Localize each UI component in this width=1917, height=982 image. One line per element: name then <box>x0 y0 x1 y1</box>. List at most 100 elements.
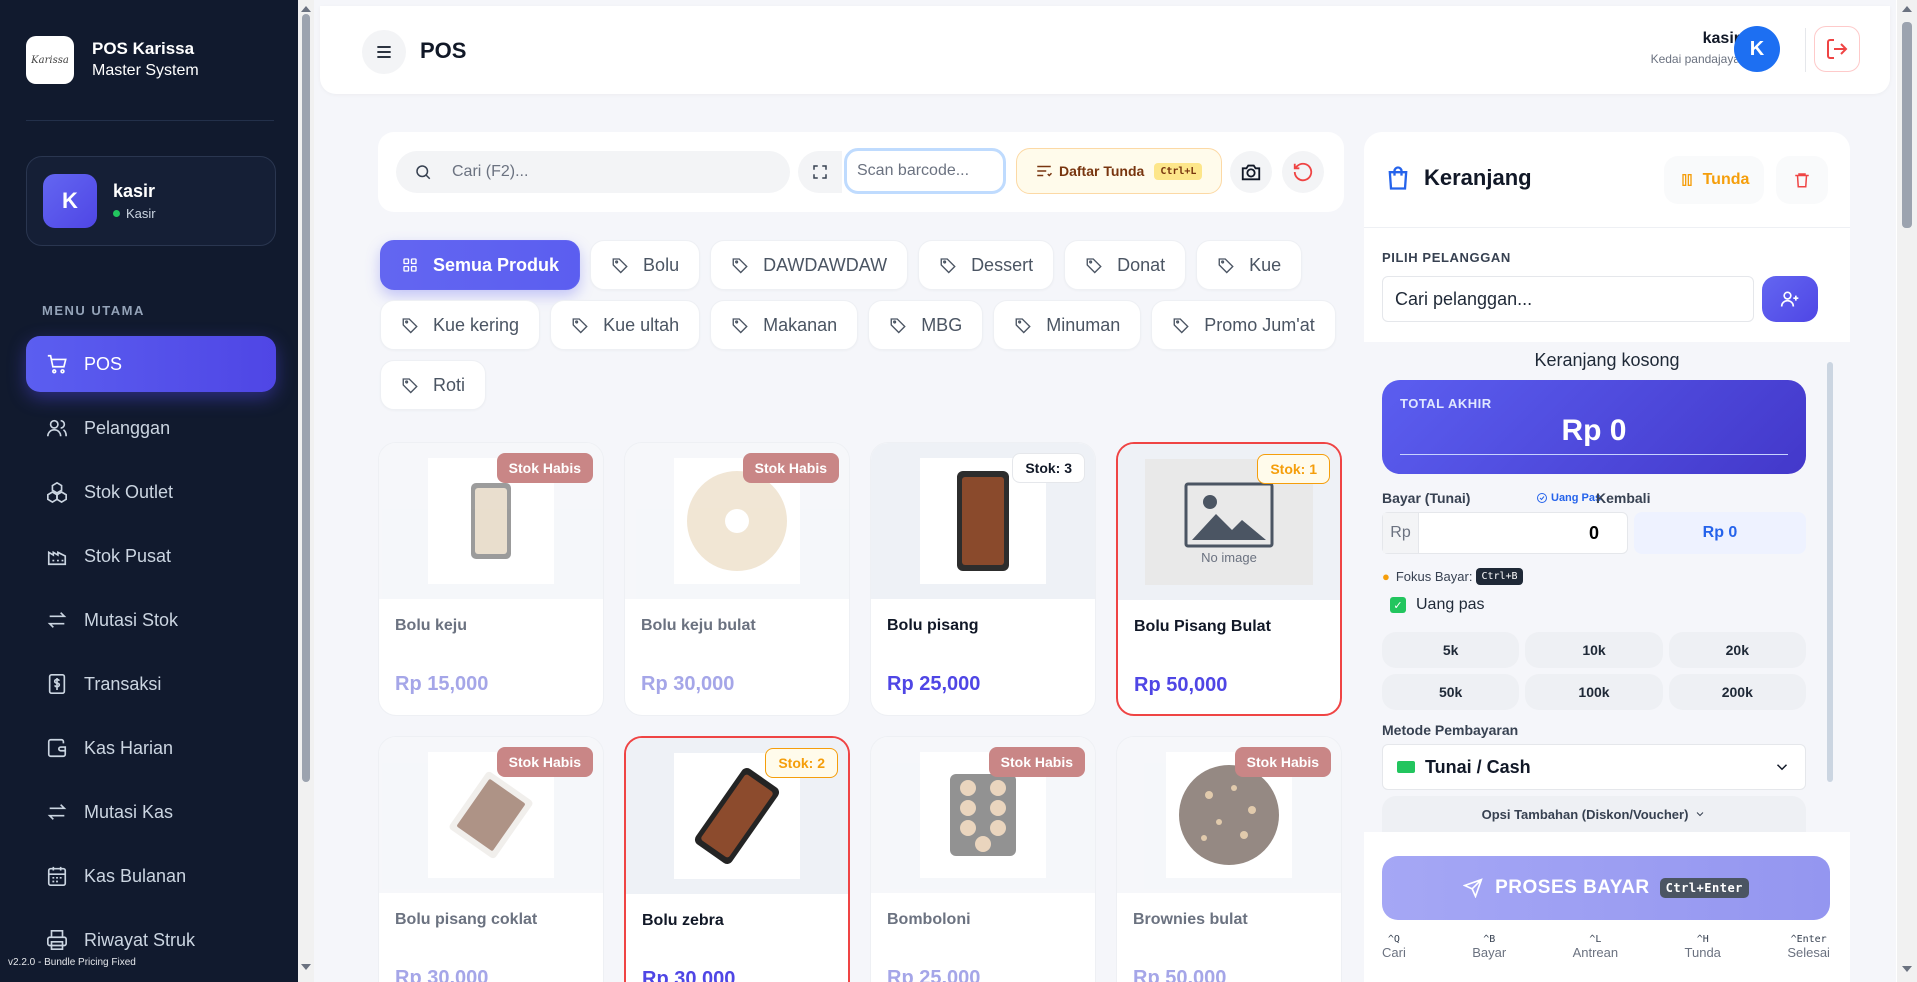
category-makanan[interactable]: Makanan <box>710 300 859 350</box>
brand-subtitle: Master System <box>92 62 199 79</box>
category-semua-produk[interactable]: Semua Produk <box>380 240 581 290</box>
logout-button[interactable] <box>1814 26 1860 72</box>
sidebar-item-stok-outlet[interactable]: Stok Outlet <box>26 464 276 520</box>
cart-body: Keranjang kosong TOTAL AKHIR Rp 0 Bayar … <box>1364 342 1850 832</box>
stock-badge: Stok: 2 <box>765 748 838 778</box>
category-roti[interactable]: Roti <box>380 360 487 410</box>
daftar-tunda-button[interactable]: Daftar Tunda Ctrl+L <box>1016 148 1222 194</box>
top-bar: POS kasir Kedai pandajaya K <box>320 6 1890 94</box>
quick-amount-200k[interactable]: 200k <box>1668 674 1806 710</box>
tag-icon <box>890 318 906 334</box>
quick-amount-50k[interactable]: 50k <box>1382 674 1520 710</box>
add-customer-button[interactable] <box>1762 276 1818 322</box>
search-box[interactable] <box>396 151 790 193</box>
sidebar-item-label: Stok Pusat <box>84 545 172 566</box>
category-label: Roti <box>433 374 466 395</box>
scroll-up-arrow[interactable] <box>1902 6 1912 12</box>
category-minuman[interactable]: Minuman <box>993 300 1142 350</box>
category-donat[interactable]: Donat <box>1064 240 1187 290</box>
sidebar-item-pelanggan[interactable]: Pelanggan <box>26 400 276 456</box>
page-scrollbar[interactable] <box>1897 0 1917 982</box>
category-kue[interactable]: Kue <box>1196 240 1303 290</box>
scrollbar-thumb[interactable] <box>302 14 310 782</box>
shortcut-tunda: ^H Tunda <box>1685 934 1721 960</box>
uang-pas-link[interactable]: Uang Pas <box>1536 492 1601 504</box>
top-user-name: kasir <box>1702 30 1740 47</box>
scrollbar-thumb[interactable] <box>1827 362 1833 782</box>
cart-scrollbar[interactable] <box>1826 350 1834 824</box>
category-kue-kering[interactable]: Kue kering <box>380 300 541 350</box>
product-card[interactable]: Stok: 2 Bolu zebra Rp 30,000 <box>624 736 850 982</box>
camera-scan-button[interactable] <box>1230 151 1272 193</box>
scroll-up-arrow[interactable] <box>301 6 311 12</box>
quick-amount-5k[interactable]: 5k <box>1382 632 1520 668</box>
sidebar-item-transaksi[interactable]: Transaksi <box>26 656 276 712</box>
proses-bayar-button[interactable]: PROSES BAYAR Ctrl+Enter <box>1382 856 1830 920</box>
users-icon <box>47 419 67 437</box>
quick-amount-10k[interactable]: 10k <box>1525 632 1663 668</box>
search-toolbar: Daftar Tunda Ctrl+L <box>378 132 1344 212</box>
shortcut-selesai: ^Enter Selesai <box>1787 934 1830 960</box>
brand[interactable]: Karissa POS Karissa Master System <box>26 36 199 84</box>
product-price: Rp 50,000 <box>1133 967 1227 982</box>
category-promo-jumat[interactable]: Promo Jum'at <box>1151 300 1336 350</box>
sidebar-item-label: Riwayat Struk <box>84 929 196 950</box>
product-card[interactable]: Stok Habis Bolu keju bulat Rp 30,000 <box>624 442 850 716</box>
product-card[interactable]: No image Stok: 1 Bolu Pisang Bulat Rp 50… <box>1116 442 1342 716</box>
quick-amount-20k[interactable]: 20k <box>1668 632 1806 668</box>
scroll-down-arrow[interactable] <box>301 964 311 970</box>
avatar[interactable]: K <box>1734 26 1780 72</box>
scroll-down-arrow[interactable] <box>1902 966 1912 972</box>
sidebar-item-mutasi-stok[interactable]: Mutasi Stok <box>26 592 276 648</box>
search-input[interactable] <box>452 163 772 181</box>
sidebar-item-mutasi-kas[interactable]: Mutasi Kas <box>26 784 276 840</box>
version-label: v2.2.0 - Bundle Pricing Fixed <box>8 957 136 968</box>
customer-search[interactable] <box>1382 276 1754 322</box>
sidebar-item-kas-harian[interactable]: Kas Harian <box>26 720 276 776</box>
product-card[interactable]: Stok Habis Bolu pisang coklat Rp 30,000 <box>378 736 604 982</box>
category-mbg[interactable]: MBG <box>868 300 984 350</box>
sidebar-item-stok-pusat[interactable]: Stok Pusat <box>26 528 276 584</box>
refresh-button[interactable] <box>1282 151 1324 193</box>
product-card[interactable]: Stok Habis Bomboloni Rp 25,000 <box>870 736 1096 982</box>
quick-amount-100k[interactable]: 100k <box>1525 674 1663 710</box>
user-card[interactable]: K kasir Kasir <box>26 156 276 246</box>
scan-fullscreen-button[interactable] <box>798 151 842 193</box>
sidebar-item-label: Mutasi Kas <box>84 801 174 822</box>
payment-method-select[interactable]: Tunai / Cash <box>1382 744 1806 790</box>
divider <box>1400 454 1788 455</box>
send-icon <box>1463 878 1483 898</box>
category-bolu[interactable]: Bolu <box>590 240 701 290</box>
shopping-bag-icon <box>1388 166 1408 190</box>
scrollbar-thumb[interactable] <box>1902 22 1912 228</box>
product-card[interactable]: Stok Habis Bolu keju Rp 15,000 <box>378 442 604 716</box>
sidebar-item-pos[interactable]: POS <box>26 336 276 392</box>
shortcut-label: Cari <box>1382 945 1406 960</box>
product-price: Rp 30,000 <box>395 967 489 982</box>
category-dessert[interactable]: Dessert <box>918 240 1055 290</box>
shortcut-badge: Ctrl+Enter <box>1659 878 1749 898</box>
opsi-tambahan-toggle[interactable]: Opsi Tambahan (Diskon/Voucher) <box>1382 796 1806 832</box>
bayar-field[interactable]: Rp <box>1382 512 1628 554</box>
tag-icon <box>1086 258 1102 274</box>
barcode-input[interactable] <box>857 162 997 180</box>
menu-toggle-button[interactable] <box>362 30 406 74</box>
clear-cart-button[interactable] <box>1776 156 1828 204</box>
divider <box>1805 28 1806 72</box>
sidebar-scrollbar[interactable] <box>298 0 314 982</box>
category-kue-ultah[interactable]: Kue ultah <box>550 300 701 350</box>
category-dawdawdaw[interactable]: DAWDAWDAW <box>710 240 909 290</box>
product-card[interactable]: Stok: 3 Bolu pisang Rp 25,000 <box>870 442 1096 716</box>
tag-icon <box>732 318 748 334</box>
uang-pas-checkbox[interactable]: ✓ Uang pas <box>1390 596 1485 614</box>
category-label: MBG <box>921 314 963 335</box>
bayar-input[interactable] <box>1419 522 1609 544</box>
tunda-button[interactable]: Tunda <box>1664 156 1764 204</box>
barcode-field[interactable] <box>844 148 1006 194</box>
customer-search-input[interactable] <box>1395 288 1735 310</box>
category-label: Kue ultah <box>603 314 680 335</box>
product-card[interactable]: Stok Habis Brownies bulat Rp 50,000 <box>1116 736 1342 982</box>
category-filters: Semua Produk Bolu DAWDAWDAW Dessert Dona… <box>380 240 1340 410</box>
total-value: Rp 0 <box>1561 414 1627 447</box>
sidebar-item-kas-bulanan[interactable]: Kas Bulanan <box>26 848 276 904</box>
